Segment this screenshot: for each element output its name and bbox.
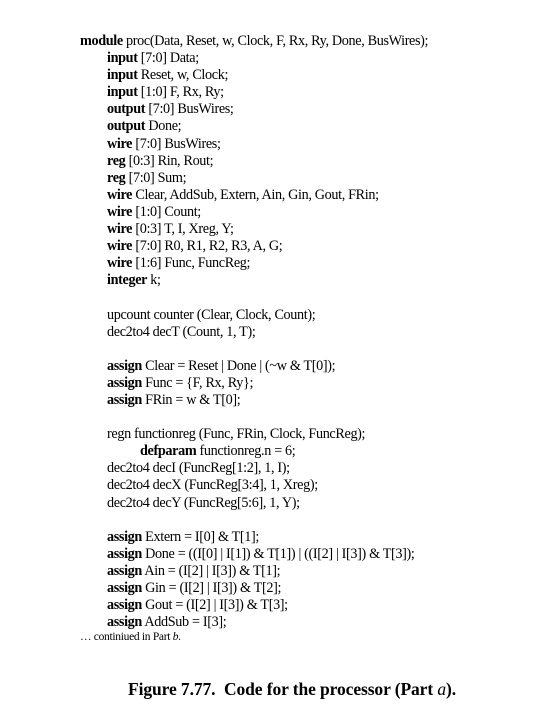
caption-text: Figure 7.77. Code for the processor (Par… xyxy=(128,679,438,699)
code-text: Gin = (I[2] | I[3]) & T[2]; xyxy=(141,580,282,596)
figure-caption: Figure 7.77. Code for the processor (Par… xyxy=(128,679,456,700)
code-line-module: module proc(Data, Reset, w, Clock, F, Rx… xyxy=(80,33,429,50)
code-text: [1:0] F, Rx, Ry; xyxy=(137,84,224,101)
code-line: dec2to4 decX (FuncReg[3:4], 1, Xreg); xyxy=(80,477,428,494)
keyword: assign xyxy=(107,528,142,545)
continuation-suffix: . xyxy=(178,631,181,643)
code-line: integer k; xyxy=(80,272,428,289)
keyword: integer xyxy=(107,272,148,289)
code-text: [1:0] Count; xyxy=(132,203,201,220)
code-text: AddSub = I[3]; xyxy=(141,614,227,631)
code-line: wire [1:6] Func, FuncReg; xyxy=(80,255,428,272)
code-line: assign AddSub = I[3]; xyxy=(80,614,428,631)
code-text: [7:0] BusWires; xyxy=(132,135,221,152)
code-text: proc(Data, Reset, w, Clock, F, Rx, Ry, D… xyxy=(122,33,429,49)
code-line: assign Gin = (I[2] | I[3]) & T[2]; xyxy=(80,580,428,597)
code-text: Extern = I[0] & T[1]; xyxy=(141,528,260,545)
keyword: input xyxy=(107,67,138,84)
code-text: dec2to4 decX (FuncReg[3:4], 1, Xreg); xyxy=(107,477,318,494)
keyword: assign xyxy=(107,614,142,631)
keyword: input xyxy=(107,50,138,67)
code-line-defparam: defparam functionreg.n = 6; xyxy=(80,443,428,460)
code-text: dec2to4 decT (Count, 1, T); xyxy=(107,323,256,340)
code-line: assign Extern = I[0] & T[1]; xyxy=(80,529,428,546)
code-line: wire [7:0] BusWires; xyxy=(80,136,428,153)
code-text: [7:0] Sum; xyxy=(125,169,187,186)
code-text: Func = {F, Rx, Ry}; xyxy=(141,374,254,391)
code-text: regn functionreg (Func, FRin, Clock, Fun… xyxy=(107,426,366,443)
code-line: output Done; xyxy=(80,118,428,135)
caption-suffix: ). xyxy=(446,679,457,699)
keyword: output xyxy=(107,118,146,135)
code-text: functionreg.n = 6; xyxy=(196,443,296,460)
code-text: FRin = w & T[0]; xyxy=(141,391,241,408)
code-text: Done = ((I[0] | I[1]) & T[1]) | ((I[2] |… xyxy=(141,545,415,562)
continuation-text: … continiued in Part xyxy=(80,631,173,643)
code-line: assign FRin = w & T[0]; xyxy=(80,392,428,409)
code-text: [1:6] Func, FuncReg; xyxy=(132,255,251,272)
keyword: defparam xyxy=(140,443,197,460)
code-line: assign Clear = Reset | Done | (~w & T[0]… xyxy=(80,358,428,375)
keyword: wire xyxy=(107,135,133,152)
keyword: assign xyxy=(107,545,142,562)
code-line: input Reset, w, Clock; xyxy=(80,67,428,84)
code-line: assign Gout = (I[2] | I[3]) & T[3]; xyxy=(80,597,428,614)
code-text: [7:0] Data; xyxy=(137,50,199,67)
code-line: assign Ain = (I[2] | I[3]) & T[1]; xyxy=(80,563,428,580)
code-text: Gout = (I[2] | I[3]) & T[3]; xyxy=(141,597,288,614)
code-text: [0:3] Rin, Rout; xyxy=(125,152,214,169)
continuation-note: … continiued in Part b. xyxy=(80,631,181,643)
keyword: assign xyxy=(107,391,142,408)
keyword: wire xyxy=(107,238,133,255)
verilog-code-listing: module proc(Data, Reset, w, Clock, F, Rx… xyxy=(80,33,429,631)
code-line: dec2to4 decY (FuncReg[5:6], 1, Y); xyxy=(80,495,428,512)
code-text: dec2to4 decI (FuncReg[1:2], 1, I); xyxy=(107,460,290,477)
code-line: assign Done = ((I[0] | I[1]) & T[1]) | (… xyxy=(80,546,428,563)
code-text: Clear = Reset | Done | (~w & T[0]); xyxy=(141,357,336,374)
keyword: reg xyxy=(107,169,126,186)
code-text: [7:0] BusWires; xyxy=(145,101,234,118)
code-line: reg [0:3] Rin, Rout; xyxy=(80,153,428,170)
keyword: wire xyxy=(107,186,133,203)
keyword: assign xyxy=(107,597,142,614)
code-text: [7:0] R0, R1, R2, R3, A, G; xyxy=(132,238,283,255)
code-text: Ain = (I[2] | I[3]) & T[1]; xyxy=(141,562,281,579)
code-text: Done; xyxy=(145,118,182,135)
code-line: regn functionreg (Func, FRin, Clock, Fun… xyxy=(80,426,428,443)
code-line: wire [1:0] Count; xyxy=(80,204,428,221)
code-line: assign Func = {F, Rx, Ry}; xyxy=(80,375,428,392)
keyword: wire xyxy=(107,221,133,238)
caption-part: a xyxy=(437,679,447,699)
code-line: dec2to4 decT (Count, 1, T); xyxy=(80,324,428,341)
code-line: wire Clear, AddSub, Extern, Ain, Gin, Go… xyxy=(80,187,428,204)
keyword: input xyxy=(107,84,138,101)
code-line: reg [7:0] Sum; xyxy=(80,170,428,187)
code-text: Reset, w, Clock; xyxy=(137,67,229,84)
keyword: output xyxy=(107,101,146,118)
code-line: dec2to4 decI (FuncReg[1:2], 1, I); xyxy=(80,460,428,477)
code-text: Clear, AddSub, Extern, Ain, Gin, Gout, F… xyxy=(132,186,379,203)
code-text: dec2to4 decY (FuncReg[5:6], 1, Y); xyxy=(107,494,300,511)
keyword: assign xyxy=(107,357,142,374)
keyword: module xyxy=(80,33,123,49)
code-line: input [7:0] Data; xyxy=(80,50,428,67)
code-line: wire [7:0] R0, R1, R2, R3, A, G; xyxy=(80,238,428,255)
code-line: input [1:0] F, Rx, Ry; xyxy=(80,84,428,101)
keyword: reg xyxy=(107,152,126,169)
code-text: [0:3] T, I, Xreg, Y; xyxy=(132,221,234,238)
code-text: k; xyxy=(147,272,161,289)
keyword: assign xyxy=(107,374,142,391)
code-line: upcount counter (Clear, Clock, Count); xyxy=(80,307,428,324)
code-text: upcount counter (Clear, Clock, Count); xyxy=(107,306,316,323)
keyword: assign xyxy=(107,580,142,596)
keyword: wire xyxy=(107,203,133,220)
code-line: output [7:0] BusWires; xyxy=(80,101,428,118)
keyword: assign xyxy=(107,562,142,579)
keyword: wire xyxy=(107,255,133,272)
code-line: wire [0:3] T, I, Xreg, Y; xyxy=(80,221,428,238)
